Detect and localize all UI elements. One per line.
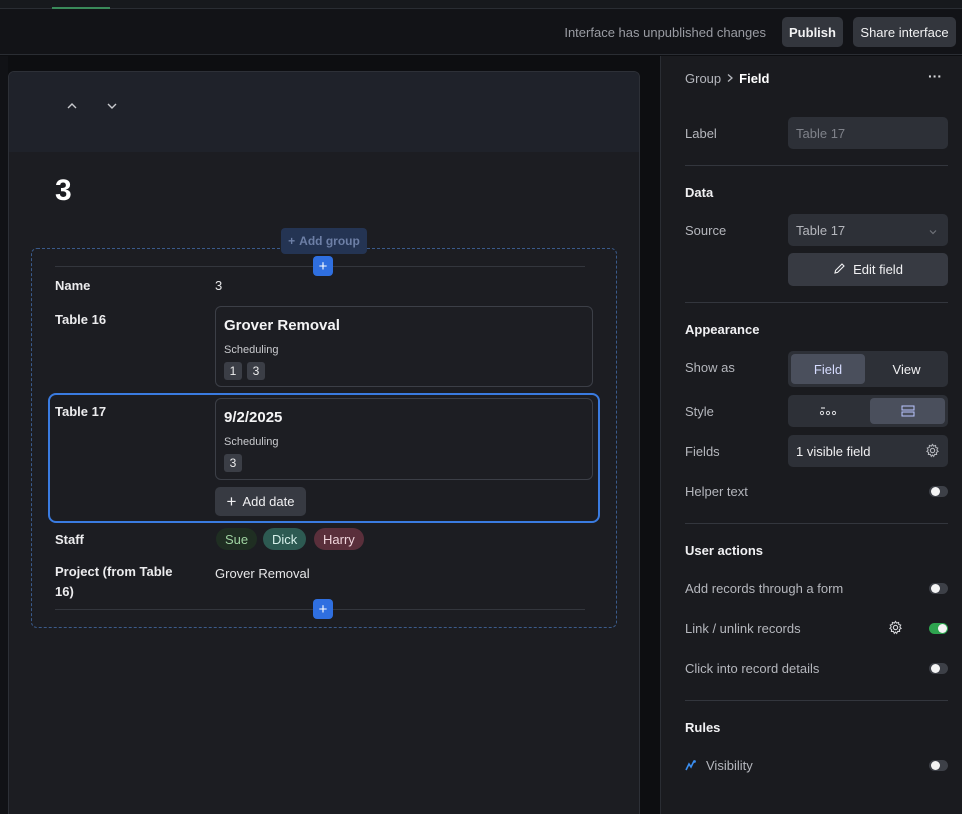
add-date-label: Add date: [242, 494, 295, 509]
visibility-label: Visibility: [706, 758, 753, 773]
linked-record-chip: 3: [247, 362, 265, 380]
linked-record-title: Grover Removal: [224, 317, 340, 334]
chevron-down-icon: [928, 225, 938, 240]
inline-style-icon[interactable]: [791, 398, 865, 424]
divider: [685, 523, 948, 524]
plus-icon: +: [288, 234, 296, 248]
add-field-bottom-button[interactable]: +: [313, 599, 333, 619]
field-label-table17: Table 17: [55, 404, 107, 419]
show-as-toggle: Field View: [788, 351, 948, 387]
edit-field-button[interactable]: Edit field: [788, 253, 948, 286]
breadcrumb: Group Field: [685, 71, 769, 86]
link-unlink-label: Link / unlink records: [685, 621, 801, 636]
appearance-heading: Appearance: [685, 322, 760, 337]
share-interface-button[interactable]: Share interface: [853, 17, 956, 47]
linked-record-card[interactable]: 9/2/2025 Scheduling 3: [215, 398, 593, 480]
helper-text-label: Helper text: [685, 484, 748, 499]
add-date-button[interactable]: + Add date: [215, 487, 306, 516]
label-input[interactable]: Table 17: [788, 117, 948, 149]
field-value-name: 3: [215, 278, 223, 293]
top-bar: Interface has unpublished changes Publis…: [0, 9, 962, 55]
toggle-knob: [931, 761, 940, 770]
properties-panel: Group Field ··· Label Table 17 Data Sour…: [660, 56, 962, 814]
stacked-style-icon[interactable]: [870, 398, 945, 424]
chevron-right-icon: [725, 71, 735, 86]
linked-record-chip: 3: [224, 454, 242, 472]
link-unlink-toggle[interactable]: [929, 623, 948, 634]
fields-label: Fields: [685, 444, 720, 459]
fields-value: 1 visible field: [796, 443, 871, 459]
linked-record-title: 9/2/2025: [224, 409, 283, 426]
gear-icon[interactable]: [925, 443, 940, 461]
linked-record-subfield: Scheduling: [224, 436, 279, 448]
visibility-icon: [684, 759, 697, 775]
show-as-label: Show as: [685, 360, 735, 375]
add-field-top-button[interactable]: +: [313, 256, 333, 276]
data-heading: Data: [685, 185, 714, 200]
unpublished-status: Interface has unpublished changes: [564, 25, 766, 40]
toggle-knob: [931, 584, 940, 593]
style-toggle: [788, 395, 948, 427]
helper-text-toggle[interactable]: [929, 486, 948, 497]
more-options-icon[interactable]: ···: [928, 68, 942, 84]
linked-record-subfield: Scheduling: [224, 344, 279, 356]
field-label-project: Project (from Table 16): [55, 564, 173, 599]
field-label-name: Name: [55, 278, 91, 293]
breadcrumb-parent[interactable]: Group: [685, 71, 721, 86]
field-value-project: Grover Removal: [215, 566, 310, 581]
publish-button[interactable]: Publish: [782, 17, 843, 47]
staff-pill: Harry: [314, 528, 364, 550]
style-label: Style: [685, 404, 714, 419]
add-group-button[interactable]: + Add group: [281, 228, 367, 254]
breadcrumb-current: Field: [739, 71, 770, 86]
pencil-icon: [833, 262, 846, 278]
linked-record-chip: 1: [224, 362, 242, 380]
gear-icon[interactable]: [888, 620, 903, 638]
user-actions-heading: User actions: [685, 543, 764, 558]
top-strip: [0, 0, 962, 9]
linked-record-card[interactable]: Grover Removal Scheduling 1 3: [215, 306, 593, 387]
toggle-knob: [931, 487, 940, 496]
staff-pill: Sue: [216, 528, 258, 550]
show-as-field-option[interactable]: Field: [791, 354, 865, 384]
divider: [685, 700, 948, 701]
chevron-down-icon[interactable]: [102, 96, 122, 116]
show-as-view-option[interactable]: View: [868, 354, 945, 384]
left-edge: [0, 56, 8, 814]
rules-heading: Rules: [685, 720, 721, 735]
visibility-toggle[interactable]: [929, 760, 948, 771]
add-group-label: Add group: [299, 234, 360, 248]
staff-pill: Dick: [263, 528, 307, 550]
edit-field-label: Edit field: [853, 262, 903, 277]
toggle-knob: [931, 664, 940, 673]
record-title: 3: [55, 174, 72, 207]
divider: [685, 302, 948, 303]
add-records-toggle[interactable]: [929, 583, 948, 594]
source-label: Source: [685, 223, 727, 238]
source-select[interactable]: Table 17: [788, 214, 948, 246]
record-header: [9, 72, 639, 152]
label-field-label: Label: [685, 126, 717, 141]
toggle-knob: [938, 624, 947, 633]
field-label-table16: Table 16: [55, 312, 107, 327]
plus-icon: +: [226, 492, 237, 511]
divider: [685, 165, 948, 166]
chevron-up-icon[interactable]: [62, 96, 82, 116]
click-into-label: Click into record details: [685, 661, 820, 676]
fields-select[interactable]: 1 visible field: [788, 435, 948, 467]
add-records-label: Add records through a form: [685, 581, 844, 596]
field-label-staff: Staff: [55, 532, 84, 547]
click-into-toggle[interactable]: [929, 663, 948, 674]
record-detail-card: 3 + Add group + Name 3 Table 16 Grover R…: [8, 71, 640, 814]
source-value: Table 17: [796, 222, 846, 238]
